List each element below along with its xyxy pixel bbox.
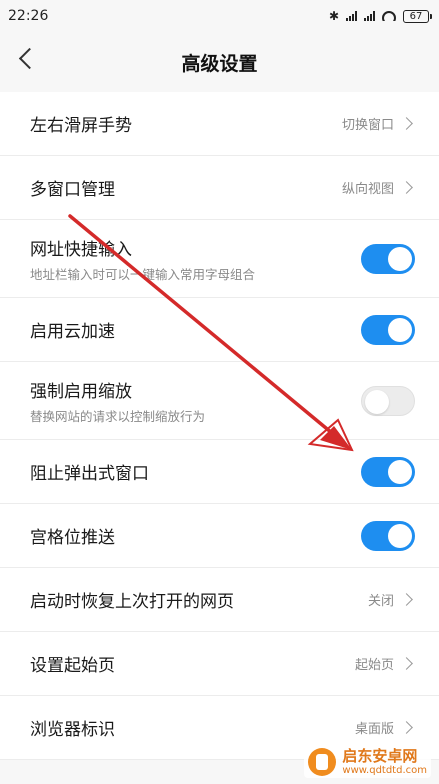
watermark-url: www.qdtdtd.com (342, 764, 427, 776)
setting-cloud-accel: 启用云加速 (0, 298, 439, 362)
grid-push-toggle[interactable] (361, 520, 415, 551)
setting-value: 起始页 (354, 658, 394, 673)
block-popups-toggle[interactable] (361, 456, 415, 487)
setting-label: 宫格位推送 (30, 528, 115, 548)
chevron-right-icon (400, 117, 413, 130)
header: 高级设置 (0, 32, 439, 92)
setting-description: 替换网站的请求以控制缩放行为 (30, 408, 206, 424)
status-icons: ✱ 67 (328, 9, 432, 23)
setting-label: 启动时恢复上次打开的网页 (30, 592, 234, 612)
setting-label: 多窗口管理 (30, 180, 115, 200)
bluetooth-icon: ✱ (328, 9, 339, 23)
chevron-right-icon (400, 593, 413, 606)
setting-restore-pages[interactable]: 启动时恢复上次打开的网页 关闭 (0, 568, 439, 632)
setting-swipe-gesture[interactable]: 左右滑屏手势 切换窗口 (0, 92, 439, 156)
setting-multi-window[interactable]: 多窗口管理 纵向视图 (0, 156, 439, 220)
url-shortcut-toggle[interactable] (361, 243, 415, 274)
status-bar: 22:26 ✱ 67 (0, 0, 439, 32)
toggle-knob (388, 246, 412, 271)
watermark-title: 启东安卓网 (342, 747, 418, 766)
page-title: 高级设置 (181, 52, 258, 75)
setting-label: 启用云加速 (30, 322, 115, 342)
setting-description: 地址栏输入时可以一键输入常用字母组合 (30, 266, 256, 282)
setting-value: 桌面版 (354, 722, 394, 737)
watermark: 启东安卓网 www.qdtdtd.com (304, 746, 431, 778)
setting-value: 纵向视图 (341, 182, 394, 197)
setting-label: 左右滑屏手势 (30, 116, 132, 136)
settings-list: 左右滑屏手势 切换窗口 多窗口管理 纵向视图 网址快捷输入 地址栏输入时可以一键… (0, 92, 439, 760)
toggle-knob (365, 389, 389, 414)
setting-block-popups: 阻止弹出式窗口 (0, 440, 439, 504)
setting-force-zoom: 强制启用缩放 替换网站的请求以控制缩放行为 (0, 362, 439, 440)
setting-start-page[interactable]: 设置起始页 起始页 (0, 632, 439, 696)
setting-value: 关闭 (367, 594, 394, 609)
setting-label: 网址快捷输入 (30, 239, 132, 260)
toggle-knob (388, 523, 412, 548)
setting-grid-push: 宫格位推送 (0, 504, 439, 568)
back-icon[interactable] (18, 47, 41, 70)
wifi-icon (382, 11, 396, 21)
chevron-right-icon (400, 657, 413, 670)
watermark-logo-icon (308, 748, 337, 776)
chevron-right-icon (400, 181, 413, 194)
status-time: 22:26 (8, 8, 49, 24)
force-zoom-toggle[interactable] (361, 385, 415, 416)
setting-url-shortcut: 网址快捷输入 地址栏输入时可以一键输入常用字母组合 (0, 220, 439, 298)
signal-icon-2 (364, 11, 375, 21)
toggle-knob (388, 317, 412, 342)
toggle-knob (388, 459, 412, 484)
chevron-right-icon (400, 721, 413, 734)
setting-label: 强制启用缩放 (30, 381, 132, 402)
battery-icon: 67 (403, 9, 432, 23)
setting-value: 切换窗口 (341, 118, 394, 133)
cloud-accel-toggle[interactable] (361, 314, 415, 345)
setting-label: 设置起始页 (30, 656, 115, 676)
signal-icon (346, 11, 357, 21)
setting-label: 浏览器标识 (30, 720, 115, 740)
setting-label: 阻止弹出式窗口 (30, 464, 149, 484)
